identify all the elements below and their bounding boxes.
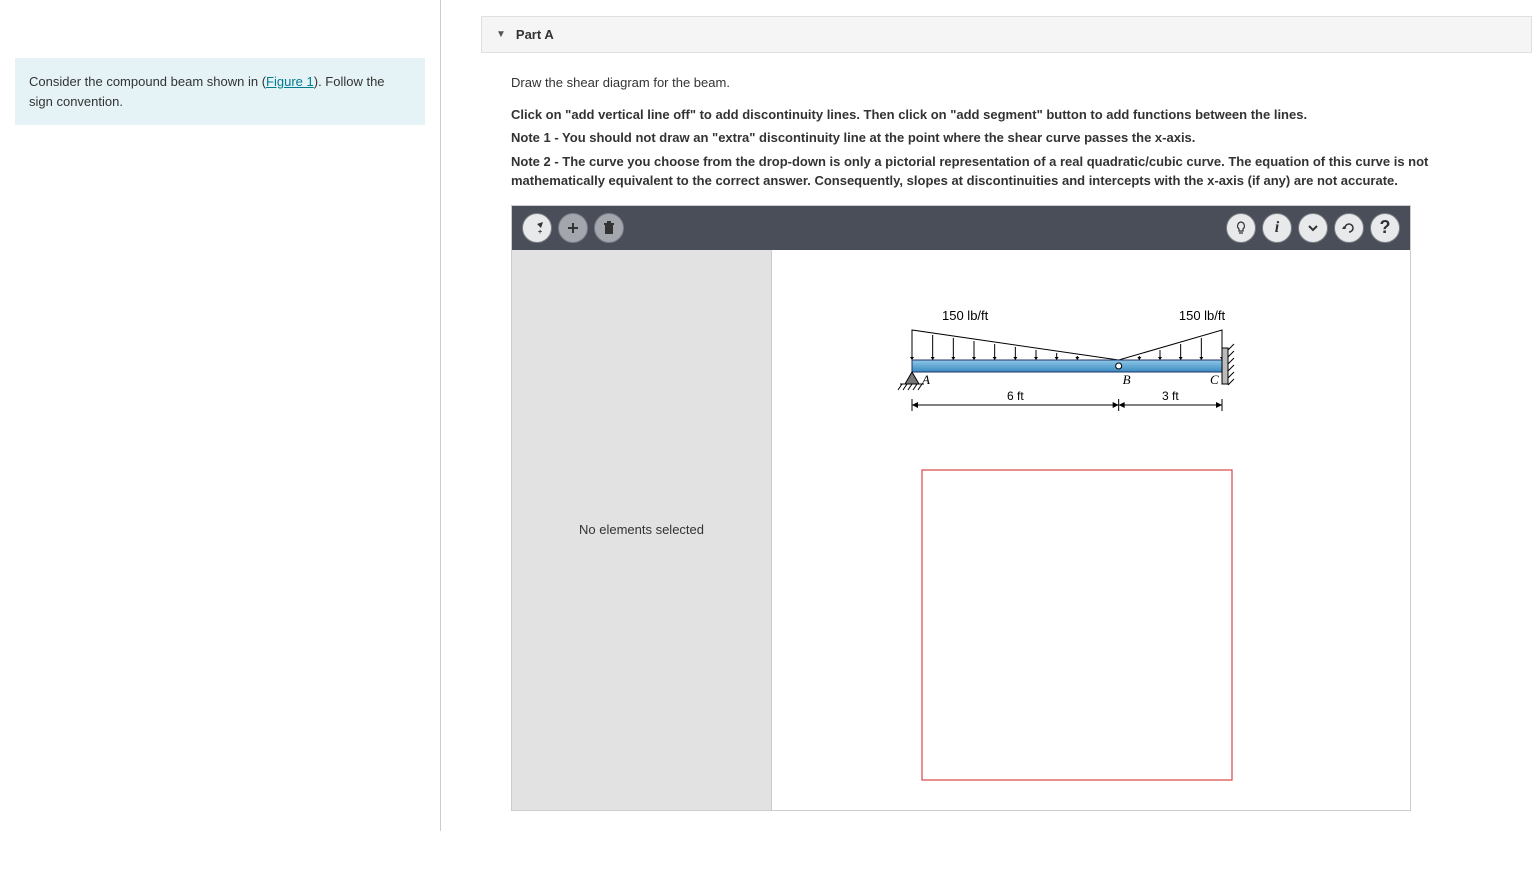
chevron-down-icon bbox=[1305, 220, 1321, 236]
part-header[interactable]: ▼ Part A bbox=[481, 16, 1532, 53]
hint-button[interactable] bbox=[1226, 213, 1256, 243]
svg-text:B: B bbox=[1123, 372, 1131, 387]
problem-statement-box: Consider the compound beam shown in (Fig… bbox=[15, 58, 425, 125]
info-icon: i bbox=[1275, 216, 1279, 240]
vector-tool-button[interactable]: + bbox=[522, 213, 552, 243]
dropdown-button[interactable] bbox=[1298, 213, 1328, 243]
add-tool-button[interactable] bbox=[558, 213, 588, 243]
svg-text:3 ft: 3 ft bbox=[1162, 389, 1179, 403]
svg-text:150 lb/ft: 150 lb/ft bbox=[942, 308, 989, 323]
left-panel: Consider the compound beam shown in (Fig… bbox=[0, 0, 440, 831]
help-button[interactable]: ? bbox=[1370, 213, 1400, 243]
tray-message: No elements selected bbox=[579, 520, 704, 540]
right-panel: ▼ Part A Draw the shear diagram for the … bbox=[440, 0, 1532, 831]
note-1: Note 1 - You should not draw an "extra" … bbox=[511, 128, 1502, 148]
figure-link[interactable]: Figure 1 bbox=[266, 74, 314, 89]
part-prompt: Draw the shear diagram for the beam. bbox=[511, 73, 1502, 93]
redo-icon bbox=[1341, 220, 1357, 236]
part-label: Part A bbox=[516, 27, 554, 42]
svg-text:C: C bbox=[1210, 372, 1219, 387]
canvas-wrap: No elements selected 150 lb/ft 150 lb/ft A… bbox=[512, 250, 1410, 810]
vector-icon: + bbox=[529, 220, 545, 236]
toolbar: + i bbox=[512, 206, 1410, 250]
trash-icon bbox=[601, 220, 617, 236]
note-2: Note 2 - The curve you choose from the d… bbox=[511, 152, 1502, 191]
toolbar-right-group: i ? bbox=[1226, 213, 1400, 243]
delete-tool-button[interactable] bbox=[594, 213, 624, 243]
redo-button[interactable] bbox=[1334, 213, 1364, 243]
info-button[interactable]: i bbox=[1262, 213, 1292, 243]
canvas-area[interactable]: 150 lb/ft 150 lb/ft A B C 6 ft 3 ft bbox=[772, 250, 1410, 810]
instructions-line: Click on "add vertical line off" to add … bbox=[511, 105, 1502, 125]
plus-icon bbox=[565, 220, 581, 236]
svg-text:6 ft: 6 ft bbox=[1007, 389, 1024, 403]
svg-text:150 lb/ft: 150 lb/ft bbox=[1179, 308, 1226, 323]
chart-zone: 150 lb/ft 150 lb/ft A B C 6 ft 3 ft bbox=[792, 270, 1400, 800]
question-icon: ? bbox=[1380, 214, 1391, 241]
properties-tray: No elements selected bbox=[512, 250, 772, 810]
bulb-icon bbox=[1233, 220, 1249, 236]
diagram-svg: 150 lb/ft 150 lb/ft A B C 6 ft 3 ft bbox=[792, 270, 1372, 790]
collapse-icon: ▼ bbox=[496, 29, 506, 40]
drawing-tool-panel: + i bbox=[511, 205, 1411, 811]
svg-text:+: + bbox=[538, 229, 542, 236]
svg-text:A: A bbox=[921, 372, 930, 387]
problem-text-before: Consider the compound beam shown in ( bbox=[29, 74, 266, 89]
toolbar-left-group: + bbox=[522, 213, 624, 243]
part-body: Draw the shear diagram for the beam. Cli… bbox=[481, 53, 1532, 831]
